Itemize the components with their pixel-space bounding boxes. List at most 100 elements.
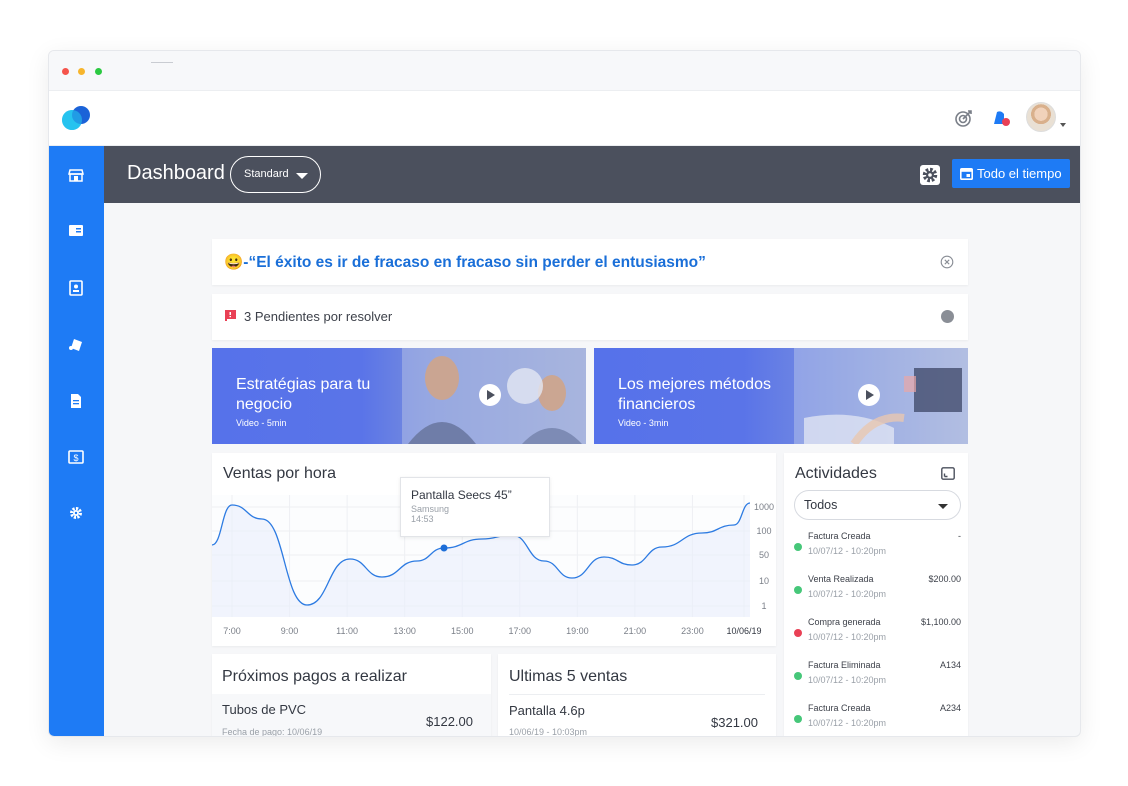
close-dot-icon[interactable]	[62, 68, 69, 75]
sidebar: $	[49, 146, 104, 736]
gear-icon[interactable]	[919, 164, 941, 186]
page-title: Dashboard	[127, 162, 225, 184]
status-dot-icon	[794, 672, 802, 680]
sale-date: 10/06/19 - 10:03pm	[509, 727, 588, 737]
activity-amount: $1,100.00	[920, 617, 961, 627]
calendar-icon	[960, 167, 973, 180]
quote-card: 😀-“El éxito es ir de fracaso en fracaso …	[212, 239, 968, 285]
flag-icon	[225, 310, 236, 321]
banner-title: Estratégias para tu negocio	[236, 376, 371, 413]
status-dot-icon	[794, 629, 802, 637]
activity-time: 10/07/12 - 10:20pm	[808, 632, 887, 642]
avatar[interactable]	[1026, 102, 1056, 132]
recent-sales-card: Ultimas 5 ventas Pantalla 4.6p 10/06/19 …	[498, 654, 776, 737]
y-tick-label: 50	[759, 550, 769, 560]
activities-filter-select[interactable]: Todos	[794, 490, 961, 520]
x-tick-label: 23:00	[681, 626, 704, 636]
contact-icon[interactable]	[67, 279, 85, 297]
time-range-label: Todo el tiempo	[977, 166, 1062, 181]
x-tick-label: 15:00	[451, 626, 474, 636]
sale-row[interactable]: Pantalla 4.6p 10/06/19 - 10:03pm $321.00	[498, 695, 776, 737]
minimize-dot-icon[interactable]	[78, 68, 85, 75]
target-icon[interactable]	[954, 108, 974, 128]
close-icon[interactable]	[940, 255, 954, 269]
status-dot-icon	[794, 543, 802, 551]
money-icon[interactable]: $	[67, 448, 85, 466]
activity-amount: -	[958, 531, 961, 541]
activities-filter-value: Todos	[804, 498, 838, 512]
chart-highlight-point	[440, 544, 448, 552]
activities-card: Actividades Todos Factura Creada 10/07/12…	[784, 453, 968, 736]
chart-tooltip: Pantalla Seecs 45” Samsung 14:53	[400, 477, 550, 537]
x-tick-label: 19:00	[566, 626, 589, 636]
x-tick-label: 7:00	[223, 626, 241, 636]
page-header: Dashboard Standard Todo el tiempo	[104, 146, 1080, 203]
window-title	[151, 62, 173, 63]
video-thumbnail-image	[794, 348, 968, 444]
tooltip-brand: Samsung	[411, 504, 450, 514]
time-range-button[interactable]: Todo el tiempo	[952, 159, 1070, 188]
document-icon[interactable]	[67, 392, 85, 410]
play-icon[interactable]	[479, 384, 501, 406]
expand-icon[interactable]	[941, 467, 955, 480]
main-content: 😀-“El éxito es ir de fracaso en fracaso …	[104, 203, 1080, 737]
pending-card[interactable]: 3 Pendientes por resolver	[212, 294, 968, 340]
activity-item[interactable]: Factura Creada 10/07/12 - 10:20pm A234	[794, 703, 961, 736]
payments-title: Próximos pagos a realizar	[222, 668, 407, 685]
y-tick-label: 1000	[754, 502, 774, 512]
recent-sales-title: Ultimas 5 ventas	[509, 668, 628, 685]
apps-icon[interactable]	[67, 336, 85, 354]
top-bar	[49, 91, 1080, 146]
y-tick-label: 10	[759, 576, 769, 586]
banner-subtitle: Video - 5min	[236, 418, 287, 428]
toggle-icon[interactable]	[941, 310, 954, 323]
view-select-value: Standard	[244, 168, 289, 180]
payment-row[interactable]: Tubos de PVC Fecha de pago: 10/06/19 $12…	[212, 694, 491, 737]
sales-chart-card: Ventas por hora 1 10 50 100 1000 7:00 9:00 11:0…	[212, 453, 776, 646]
pending-text: 3 Pendientes por resolver	[244, 309, 393, 324]
view-select[interactable]: Standard	[230, 156, 321, 193]
play-icon[interactable]	[858, 384, 880, 406]
store-icon[interactable]	[67, 166, 85, 184]
x-tick-label: 11:00	[336, 626, 358, 636]
maximize-dot-icon[interactable]	[95, 68, 102, 75]
chevron-down-icon	[296, 173, 308, 179]
activity-time: 10/07/12 - 10:20pm	[808, 589, 887, 599]
activity-amount: $200.00	[928, 574, 961, 584]
activity-label: Factura Eliminada	[808, 660, 881, 670]
sale-name: Pantalla 4.6p	[509, 703, 585, 718]
settings-icon[interactable]	[67, 504, 85, 522]
app-logo-icon[interactable]	[61, 104, 93, 132]
video-banner-finance[interactable]: Los mejores métodos financieros Video - …	[594, 348, 968, 444]
status-dot-icon	[794, 715, 802, 723]
y-tick-label: 1	[761, 601, 766, 611]
notification-icon[interactable]	[992, 108, 1012, 128]
activity-label: Factura Creada	[808, 531, 871, 541]
x-tick-label: 21:00	[624, 626, 647, 636]
payments-card: Próximos pagos a realizar Tubos de PVC F…	[212, 654, 491, 737]
svg-text:$: $	[73, 453, 78, 463]
x-tick-label: 9:00	[281, 626, 299, 636]
y-tick-label: 100	[756, 526, 771, 536]
quote-text: 😀-“El éxito es ir de fracaso en fracaso …	[224, 254, 706, 271]
title-bar	[49, 51, 1080, 91]
card-icon[interactable]	[67, 222, 85, 240]
activity-item[interactable]: Factura Creada 10/07/12 - 10:20pm -	[794, 531, 961, 565]
activity-time: 10/07/12 - 10:20pm	[808, 546, 887, 556]
activity-label: Compra generada	[808, 617, 881, 627]
payment-amount: $122.00	[426, 714, 473, 729]
x-tick-label: 17:00	[509, 626, 532, 636]
activity-item[interactable]: Venta Realizada 10/07/12 - 10:20pm $200.00	[794, 574, 961, 608]
x-tick-label: 10/06/19	[726, 626, 761, 636]
tooltip-time: 14:53	[411, 514, 434, 524]
chevron-down-icon[interactable]	[1060, 123, 1066, 127]
x-tick-label: 13:00	[393, 626, 416, 636]
activity-item[interactable]: Factura Eliminada 10/07/12 - 10:20pm A134	[794, 660, 961, 694]
payment-date: Fecha de pago: 10/06/19	[222, 727, 323, 737]
video-banner-strategies[interactable]: Estratégias para tu negocio Video - 5min	[212, 348, 586, 444]
status-dot-icon	[794, 586, 802, 594]
app-window: $ Dashboard Standard Todo el tiempo 😀-“E…	[48, 50, 1081, 737]
payment-name: Tubos de PVC	[222, 702, 307, 717]
activity-item[interactable]: Compra generada 10/07/12 - 10:20pm $1,100.…	[794, 617, 961, 651]
chevron-down-icon	[938, 504, 948, 509]
